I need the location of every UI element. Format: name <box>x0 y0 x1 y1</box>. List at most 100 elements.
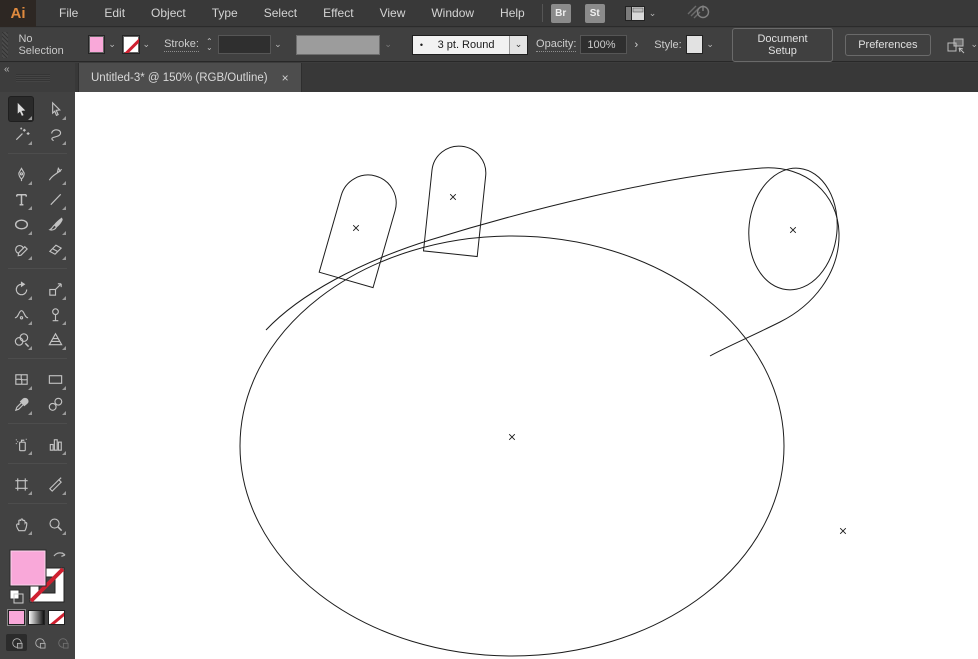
snout-ellipse[interactable] <box>743 164 843 295</box>
right-ear-center-mark[interactable] <box>449 193 457 201</box>
curvature-tool[interactable] <box>43 162 67 186</box>
type-tool[interactable] <box>9 187 33 211</box>
gradient-button[interactable] <box>28 610 45 625</box>
right-ear[interactable] <box>422 143 489 258</box>
menu-help[interactable]: Help <box>487 0 538 27</box>
blend-tool[interactable] <box>43 392 67 416</box>
rotate-tool[interactable] <box>9 277 33 301</box>
cs-live-icon[interactable] <box>686 2 712 25</box>
body-center-mark[interactable] <box>508 433 516 441</box>
workspace-switcher[interactable]: ⌄ <box>624 5 656 21</box>
menubar-separator <box>541 4 543 22</box>
menu-window[interactable]: Window <box>418 0 487 27</box>
pen-tool[interactable] <box>9 162 33 186</box>
eraser-tool[interactable] <box>43 237 67 261</box>
fill-chevron-icon[interactable]: ⌄ <box>105 39 122 50</box>
tools-panel <box>0 92 75 659</box>
chevron-down-icon: ⌄ <box>970 39 978 49</box>
tool-group-separator <box>8 358 67 359</box>
draw-behind-button[interactable] <box>29 634 50 651</box>
stray-center-mark[interactable] <box>839 527 847 535</box>
workspace <box>0 92 978 659</box>
paintbrush-tool[interactable] <box>43 212 67 236</box>
opacity-input[interactable]: 100% <box>580 35 627 54</box>
stock-button[interactable]: St <box>584 3 605 23</box>
eyedropper-tool[interactable] <box>9 392 33 416</box>
stroke-weight-dropdown[interactable] <box>217 35 272 54</box>
document-tab-title: Untitled-3* @ 150% (RGB/Outline) <box>91 71 268 84</box>
fill-color-swatch[interactable] <box>87 35 106 54</box>
swap-fill-stroke-icon <box>53 552 66 558</box>
artboard-tool[interactable] <box>9 472 33 496</box>
symbol-sprayer-tool[interactable] <box>9 432 33 456</box>
selection-status: No Selection <box>18 32 64 57</box>
controlbar-grip[interactable] <box>2 31 9 58</box>
draw-normal-button[interactable] <box>6 634 27 651</box>
brush-chevron-icon[interactable]: ⌄ <box>509 35 528 54</box>
body-ellipse[interactable] <box>239 235 785 657</box>
menu-select[interactable]: Select <box>251 0 310 27</box>
slice-tool[interactable] <box>43 472 67 496</box>
opacity-label[interactable]: Opacity: <box>536 38 577 52</box>
none-button[interactable] <box>48 610 65 625</box>
drawing-mode-buttons <box>6 634 75 651</box>
preferences-button[interactable]: Preferences <box>845 33 931 56</box>
stroke-weight-chevron-icon[interactable]: ⌄ <box>271 39 288 50</box>
brush-definition-dropdown[interactable]: • 3 pt. Round ⌄ <box>411 34 529 55</box>
bridge-button[interactable]: Br <box>550 3 571 23</box>
ellipse-tool[interactable] <box>9 212 33 236</box>
tool-groups <box>0 92 75 540</box>
scale-tool[interactable] <box>43 277 67 301</box>
tab-close-icon[interactable]: × <box>282 71 289 85</box>
tool-group-separator <box>8 463 67 464</box>
line-segment-tool[interactable] <box>43 187 67 211</box>
magic-wand-tool[interactable] <box>9 122 33 146</box>
fill-indicator <box>9 549 47 587</box>
stroke-weight-stepper[interactable]: ⌃ ⌄ <box>206 37 213 51</box>
opacity-flyout-icon[interactable]: › <box>627 39 647 51</box>
gradient-tool[interactable] <box>43 367 67 391</box>
graphic-style-swatch[interactable] <box>685 35 704 54</box>
menu-view[interactable]: View <box>367 0 419 27</box>
color-button[interactable] <box>7 609 26 626</box>
menu-bar: Ai File Edit Object Type Select Effect View Win… <box>0 0 978 27</box>
document-canvas[interactable] <box>75 92 978 659</box>
head-curve[interactable] <box>265 167 840 357</box>
menu-effect[interactable]: Effect <box>310 0 366 27</box>
left-ear-center-mark[interactable] <box>352 224 360 232</box>
align-icon <box>947 38 964 53</box>
selection-tool[interactable] <box>9 97 33 121</box>
control-bar: No Selection ⌄ ⌄ Stroke: ⌃ ⌄ ⌄ ⌄ • 3 pt. … <box>0 27 978 62</box>
toolbar-grip[interactable] <box>16 74 50 82</box>
snout-center-mark[interactable] <box>789 226 797 234</box>
collapse-panel-icon[interactable]: « <box>4 64 9 75</box>
document-setup-button[interactable]: Document Setup <box>731 27 834 62</box>
left-ear[interactable] <box>318 168 403 289</box>
puppet-warp-tool[interactable] <box>43 302 67 326</box>
draw-inside-button <box>52 634 73 651</box>
fill-stroke-indicator[interactable] <box>6 548 72 604</box>
stroke-label[interactable]: Stroke: <box>164 38 199 52</box>
illustrator-window: Ai File Edit Object Type Select Effect View Win… <box>0 0 978 659</box>
direct-selection-tool[interactable] <box>43 97 67 121</box>
lasso-tool[interactable] <box>43 122 67 146</box>
menu-object[interactable]: Object <box>138 0 199 27</box>
shape-builder-tool[interactable] <box>9 327 33 351</box>
column-graph-tool[interactable] <box>43 432 67 456</box>
menu-type[interactable]: Type <box>199 0 251 27</box>
tool-group-separator <box>8 423 67 424</box>
menu-file[interactable]: File <box>46 0 91 27</box>
stroke-chevron-icon[interactable]: ⌄ <box>140 39 157 50</box>
width-tool[interactable] <box>9 302 33 326</box>
zoom-tool[interactable] <box>43 512 67 536</box>
hand-tool[interactable] <box>9 512 33 536</box>
shaper-tool[interactable] <box>9 237 33 261</box>
mesh-tool[interactable] <box>9 367 33 391</box>
style-chevron-icon[interactable]: ⌄ <box>703 39 720 50</box>
perspective-grid-tool[interactable] <box>43 327 67 351</box>
align-options[interactable]: ⌄ <box>945 36 978 54</box>
menu-list: File Edit Object Type Select Effect View Window… <box>46 0 538 27</box>
menu-edit[interactable]: Edit <box>91 0 138 27</box>
document-tab[interactable]: Untitled-3* @ 150% (RGB/Outline) × <box>78 63 302 92</box>
stroke-color-swatch[interactable] <box>121 35 140 54</box>
